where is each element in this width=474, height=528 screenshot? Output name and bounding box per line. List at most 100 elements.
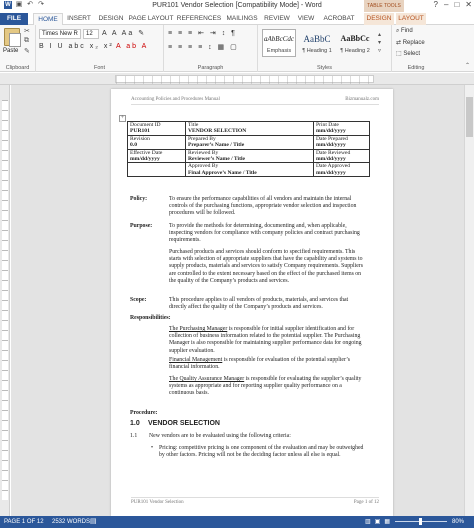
table-cell[interactable]: Date Prepared mm/dd/yyyy — [313, 134, 370, 150]
editing-group: ⌕ Find ⇄ Replace ⬚ Select Editing — [392, 25, 440, 72]
table-cell[interactable]: Approved By Final Approve’s Name / Title — [185, 162, 314, 178]
procedure-heading: 1.0 VENDOR SELECTION — [130, 420, 220, 427]
tab-file[interactable]: FILE — [0, 13, 28, 25]
purpose-label: Purpose: — [130, 223, 153, 229]
vertical-scrollbar[interactable] — [464, 85, 474, 516]
scope-label: Scope: — [130, 297, 147, 303]
styles-scroll-icon[interactable]: ▴ ▾ ▿ — [378, 31, 381, 55]
table-cell[interactable]: Print Date mm/dd/yyyy — [313, 121, 370, 136]
paste-icon[interactable] — [4, 28, 21, 47]
help-button[interactable]: ? — [434, 0, 438, 9]
cell-label: Reviewed By — [188, 149, 219, 156]
proofing-icon[interactable]: ▤ — [90, 516, 97, 528]
document-workspace: Accounting Policies and Procedures Manua… — [11, 85, 474, 516]
table-cell[interactable]: Reviewed By Reviewer’s Name / Title — [185, 148, 314, 164]
tab-acrobat[interactable]: ACROBAT — [320, 13, 358, 25]
cell-label: Prepared By — [188, 135, 216, 142]
tab-table-design[interactable]: DESIGN — [364, 13, 394, 25]
font-size-field[interactable]: 12 — [83, 29, 99, 39]
cell-value: mm/dd/yyyy — [316, 156, 346, 163]
purpose-text: To provide the methods for determining, … — [169, 223, 360, 244]
zoom-slider-thumb[interactable] — [419, 518, 422, 525]
style-heading-2[interactable]: AaBbCc ¶ Heading 2 — [338, 29, 372, 57]
tab-view[interactable]: VIEW — [294, 13, 318, 25]
table-cell[interactable] — [127, 162, 186, 178]
window-controls: ? – □ ✕ — [434, 0, 472, 9]
procedure-step: 1.1 New vendors are to be evaluated using… — [130, 433, 291, 440]
tab-home[interactable]: HOME — [33, 13, 63, 25]
style-name: Emphasis — [266, 48, 292, 54]
cell-label: Date Reviewed — [316, 149, 351, 156]
horizontal-ruler[interactable] — [0, 73, 474, 85]
cell-label: Title — [188, 122, 199, 128]
minimize-button[interactable]: – — [444, 0, 448, 9]
style-emphasis[interactable]: aAbBcCdc Emphasis — [262, 29, 296, 57]
table-cell[interactable]: Prepared By Preparer’s Name / Title — [185, 134, 314, 150]
cell-value: PUR101 — [130, 128, 150, 135]
tab-table-layout[interactable]: LAYOUT — [396, 13, 426, 25]
page-header: Accounting Policies and Procedures Manua… — [131, 97, 379, 105]
purchasing-manager-role: The Purchasing Manager — [169, 326, 228, 332]
tab-mailings[interactable]: MAILINGS — [224, 13, 260, 25]
font-format-buttons[interactable]: B I U abc x₂ x² — [39, 43, 114, 50]
list-indent-buttons[interactable]: ≡ ≡ ≡ ⇤ ⇥ ↕ ¶ — [168, 29, 237, 37]
procedure-label: Procedure: — [130, 410, 158, 416]
scrollbar-thumb[interactable] — [466, 97, 473, 137]
copy-icon[interactable]: ⧉ — [24, 37, 29, 45]
table-cell[interactable]: Document ID PUR101 — [127, 121, 186, 136]
close-button[interactable]: ✕ — [465, 0, 472, 9]
page-count[interactable]: PAGE 1 OF 12 — [4, 516, 44, 528]
cell-label: Date Approved — [316, 163, 351, 170]
cut-icon[interactable]: ✂ — [24, 27, 30, 35]
ruler-track — [115, 75, 374, 84]
select-button[interactable]: ⬚ Select — [396, 50, 420, 57]
step-text: New vendors are to be evaluated using th… — [149, 433, 291, 439]
alignment-buttons[interactable]: ≡ ≡ ≡ ≡ ↕ ▦ ▢ — [168, 43, 239, 51]
table-cell[interactable]: Revision 0.0 — [127, 134, 186, 150]
vertical-ruler[interactable] — [0, 85, 10, 516]
style-sample: AaBbCc — [340, 34, 370, 43]
collapse-ribbon-icon[interactable]: ⌃ — [465, 62, 470, 69]
font-color-buttons[interactable]: A ab A — [116, 43, 148, 50]
replace-button[interactable]: ⇄ Replace — [396, 39, 425, 46]
font-name-field[interactable]: Times New R — [39, 29, 81, 39]
cell-value: mm/dd/yyyy — [316, 142, 346, 149]
select-label: Select — [403, 51, 421, 57]
document-page[interactable]: Accounting Policies and Procedures Manua… — [111, 89, 393, 516]
paste-button[interactable]: Paste — [3, 48, 18, 54]
find-button[interactable]: ⌕ Find — [396, 28, 413, 35]
view-buttons[interactable]: ▥▣▦ — [365, 516, 394, 528]
tab-insert[interactable]: INSERT — [64, 13, 94, 25]
document-control-table[interactable]: Document ID PUR101 Title VENDOR SELECTION … — [127, 121, 370, 178]
word-count[interactable]: 2532 WORDS — [52, 516, 90, 528]
table-row: Effective Date mm/dd/yyyy Reviewed By Revi… — [127, 148, 370, 164]
table-cell[interactable]: Date Reviewed mm/dd/yyyy — [313, 148, 370, 164]
table-cell[interactable]: Date Approved mm/dd/yyyy — [313, 162, 370, 178]
cell-label: Print Date — [316, 122, 339, 128]
purpose-text-2: Purchased products and services should c… — [169, 249, 363, 284]
format-painter-icon[interactable]: ✎ — [24, 47, 30, 55]
paragraph-group: ≡ ≡ ≡ ⇤ ⇥ ↕ ¶ ≡ ≡ ≡ ≡ ↕ ▦ ▢ Paragraph — [164, 25, 258, 72]
bullet-text: Pricing: competitive pricing is one comp… — [159, 445, 364, 458]
table-cell[interactable]: Title VENDOR SELECTION — [185, 121, 314, 136]
tab-review[interactable]: REVIEW — [262, 13, 292, 25]
font-size-controls[interactable]: A A Aa ✎ — [102, 29, 146, 37]
paragraph-group-label: Paragraph — [197, 65, 224, 71]
tab-design[interactable]: DESIGN — [96, 13, 126, 25]
zoom-level[interactable]: 80% — [452, 516, 464, 528]
table-move-handle-icon[interactable]: + — [119, 115, 126, 122]
style-heading-1[interactable]: AaBbC ¶ Heading 1 — [300, 29, 334, 57]
find-label: Find — [401, 28, 413, 34]
tab-page-layout[interactable]: PAGE LAYOUT — [128, 13, 174, 25]
ruler-ticks — [116, 76, 373, 84]
quality-manager-role: The Quality Assurance Manager — [169, 376, 245, 382]
maximize-button[interactable]: □ — [454, 0, 459, 9]
responsibility-quality: The Quality Assurance Manager is respons… — [169, 376, 365, 398]
table-cell[interactable]: Effective Date mm/dd/yyyy — [127, 148, 186, 164]
clipboard-group-label: Clipboard — [5, 65, 30, 71]
tab-references[interactable]: REFERENCES — [176, 13, 222, 25]
policy-text: To ensure the performance capabilities o… — [169, 196, 357, 217]
style-name: ¶ Heading 2 — [340, 48, 370, 54]
step-number: 1.1 — [130, 433, 138, 439]
clipboard-group: Paste ✂ ⧉ ✎ Clipboard — [0, 25, 36, 72]
